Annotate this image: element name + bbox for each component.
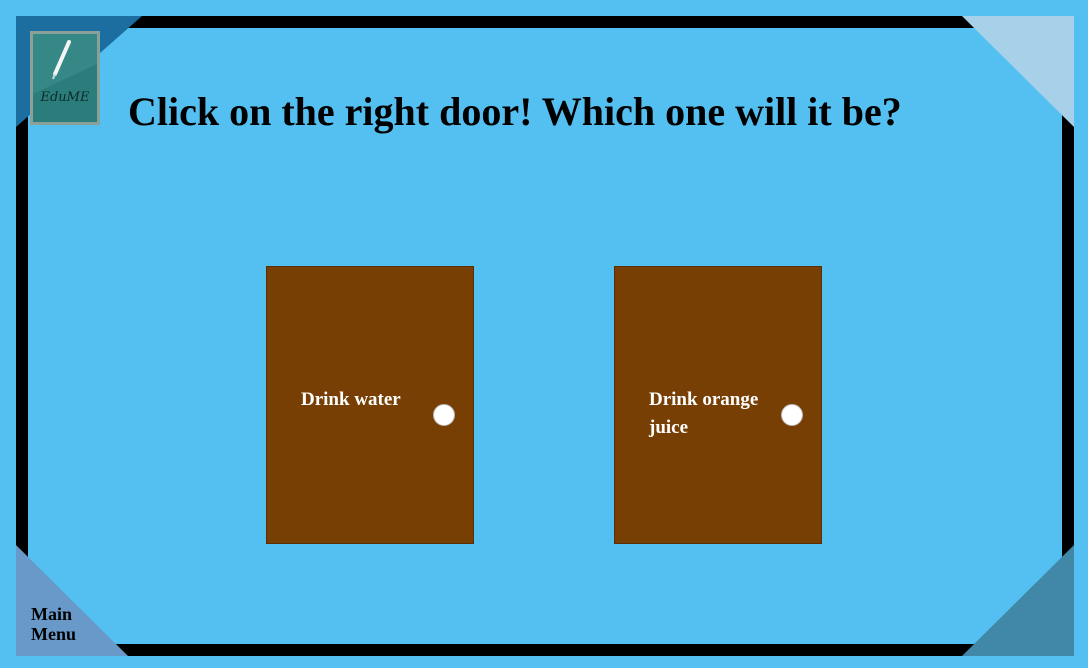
door-drink-orange-juice[interactable]: Drink orange juice xyxy=(614,266,822,544)
corner-decoration-bottom-right xyxy=(962,545,1074,656)
door-label: Drink water xyxy=(301,389,401,410)
main-menu-label-line2: Menu xyxy=(31,624,76,644)
door-knob-icon xyxy=(433,404,455,426)
pen-slate-logo-icon: EduME xyxy=(33,34,97,122)
main-menu-label-line1: Main xyxy=(31,604,73,624)
door-label: Drink orange juice xyxy=(649,389,759,438)
door-drink-water[interactable]: Drink water xyxy=(266,266,474,544)
logo-text: EduME xyxy=(40,90,90,105)
game-screen: EduME Click on the right door! Which one… xyxy=(0,0,1088,668)
page-title: Click on the right door! Which one will … xyxy=(128,89,902,134)
door-knob-icon xyxy=(781,404,803,426)
edume-logo: EduME xyxy=(30,31,100,125)
main-menu-button[interactable]: Main Menu xyxy=(31,604,101,644)
